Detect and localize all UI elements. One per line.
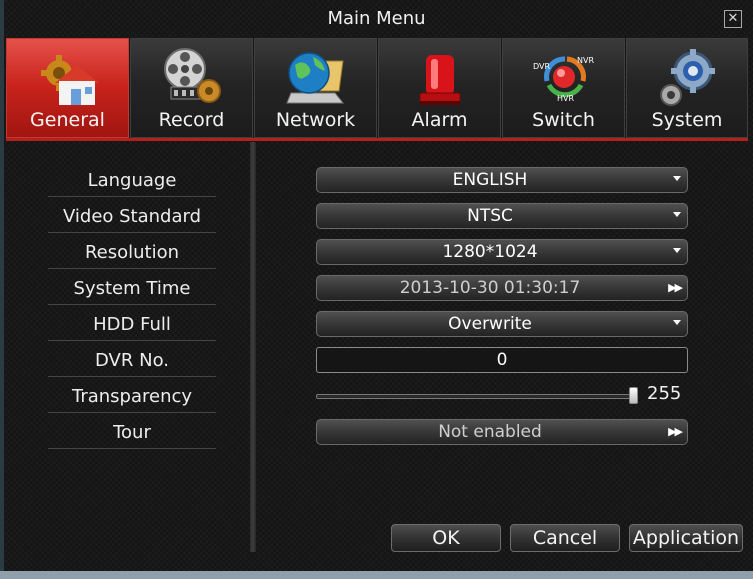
tab-network-label: Network bbox=[275, 109, 356, 131]
tab-network[interactable]: Network bbox=[254, 38, 377, 138]
hdd-full-value: Overwrite bbox=[448, 314, 532, 334]
film-reel-icon bbox=[164, 48, 221, 103]
tab-alarm-label: Alarm bbox=[411, 109, 468, 131]
resolution-dropdown[interactable]: 1280*1024 bbox=[316, 239, 688, 265]
tab-system[interactable]: System bbox=[626, 38, 748, 138]
tab-general[interactable]: General bbox=[6, 38, 129, 138]
tab-switch[interactable]: DVR NVR HVR Switch bbox=[502, 38, 625, 138]
tab-general-label: General bbox=[30, 109, 105, 131]
tour-label: Tour bbox=[48, 418, 216, 449]
language-value: ENGLISH bbox=[452, 170, 528, 190]
transparency-slider-thumb[interactable] bbox=[629, 387, 638, 404]
fast-forward-icon: ▶▶ bbox=[668, 425, 683, 438]
transparency-slider[interactable] bbox=[316, 394, 638, 399]
system-time-value: 2013-10-30 01:30:17 bbox=[399, 278, 581, 298]
language-dropdown[interactable]: ENGLISH bbox=[316, 167, 688, 193]
application-button[interactable]: Application bbox=[629, 524, 743, 552]
system-time-label: System Time bbox=[48, 274, 216, 305]
hvr-label: HVR bbox=[557, 94, 574, 103]
system-time-button[interactable]: 2013-10-30 01:30:17 ▶▶ bbox=[316, 275, 688, 301]
house-gear-icon bbox=[41, 55, 99, 105]
resolution-label: Resolution bbox=[48, 238, 216, 269]
gears-icon bbox=[660, 49, 715, 106]
cancel-button[interactable]: Cancel bbox=[510, 524, 620, 552]
globe-laptop-icon bbox=[286, 52, 345, 104]
resolution-value: 1280*1024 bbox=[442, 242, 538, 262]
tab-switch-label: Switch bbox=[532, 109, 595, 131]
ok-button[interactable]: OK bbox=[391, 524, 501, 552]
fast-forward-icon: ▶▶ bbox=[668, 281, 683, 294]
tour-button[interactable]: Not enabled ▶▶ bbox=[316, 419, 688, 445]
chevron-down-icon bbox=[673, 248, 681, 253]
hdd-full-label: HDD Full bbox=[48, 310, 216, 341]
desktop-strip bbox=[0, 571, 753, 579]
video-standard-value: NTSC bbox=[467, 206, 513, 226]
nvr-label: NVR bbox=[577, 56, 594, 65]
video-standard-dropdown[interactable]: NTSC bbox=[316, 203, 688, 229]
window-left-edge bbox=[0, 0, 4, 579]
chevron-down-icon bbox=[673, 320, 681, 325]
panel-divider bbox=[250, 142, 256, 552]
siren-icon bbox=[419, 55, 461, 105]
dvr-no-value: 0 bbox=[496, 350, 508, 370]
dvr-nvr-hvr-switch-icon: DVR NVR HVR bbox=[533, 56, 594, 103]
tour-value: Not enabled bbox=[438, 422, 542, 442]
close-icon[interactable]: ✕ bbox=[724, 10, 742, 28]
hdd-full-dropdown[interactable]: Overwrite bbox=[316, 311, 688, 337]
tab-system-label: System bbox=[651, 109, 723, 131]
dvr-no-label: DVR No. bbox=[48, 346, 216, 377]
tab-bar: General Record Network Alarm DVR NVR HVR… bbox=[6, 38, 748, 139]
tab-record-label: Record bbox=[158, 109, 225, 131]
transparency-value: 255 bbox=[647, 383, 682, 404]
transparency-label: Transparency bbox=[48, 382, 216, 413]
language-label: Language bbox=[48, 166, 216, 197]
window-title: Main Menu bbox=[327, 8, 426, 29]
video-standard-label: Video Standard bbox=[48, 202, 216, 233]
dvr-label: DVR bbox=[533, 62, 550, 71]
tab-alarm[interactable]: Alarm bbox=[378, 38, 501, 138]
tab-record[interactable]: Record bbox=[130, 38, 253, 138]
dvr-no-input[interactable]: 0 bbox=[316, 347, 688, 373]
chevron-down-icon bbox=[673, 212, 681, 217]
chevron-down-icon bbox=[673, 176, 681, 181]
tab-underline bbox=[6, 138, 748, 141]
